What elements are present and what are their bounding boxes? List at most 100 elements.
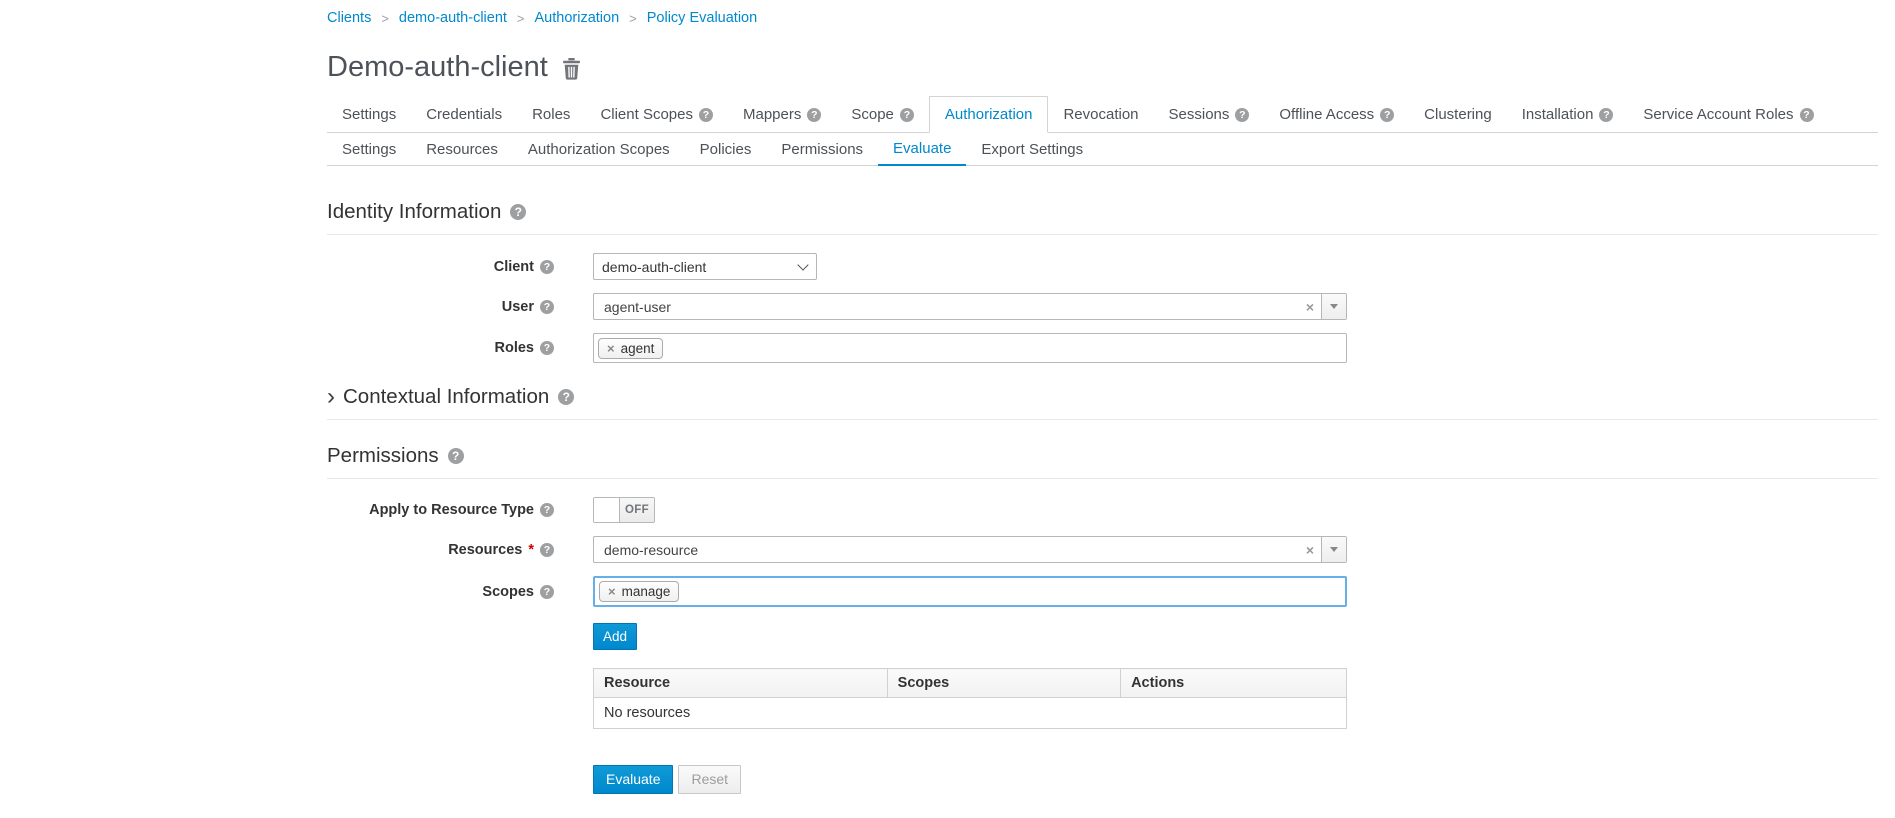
table-row: No resources — [594, 698, 1347, 729]
remove-tag-x-icon[interactable] — [607, 342, 615, 355]
question-circle-icon — [540, 503, 554, 517]
subtab-permissions[interactable]: Permissions — [766, 134, 878, 165]
user-label: User — [327, 299, 593, 315]
subtab-policies[interactable]: Policies — [685, 134, 767, 165]
role-tag-label: agent — [621, 341, 655, 356]
question-circle-icon — [540, 341, 554, 355]
question-circle-icon — [1235, 108, 1249, 122]
table-header-row: Resource Scopes Actions — [594, 669, 1347, 698]
tab-clustering[interactable]: Clustering — [1409, 98, 1507, 132]
empty-table-message: No resources — [594, 698, 1347, 729]
angle-right-icon — [381, 11, 389, 26]
delete-client-trash-icon[interactable] — [562, 58, 581, 80]
permissions-heading: Permissions — [327, 444, 1878, 479]
breadcrumb-authorization[interactable]: Authorization — [535, 10, 620, 26]
form-actions: Evaluate Reset — [593, 765, 1878, 794]
resources-value: demo-resource — [594, 542, 1306, 558]
user-combobox[interactable]: agent-user — [593, 293, 1347, 320]
evaluate-button[interactable]: Evaluate — [593, 765, 673, 794]
resources-label: Resources * — [327, 542, 593, 558]
tab-installation[interactable]: Installation — [1507, 98, 1629, 132]
tab-scope[interactable]: Scope — [836, 98, 929, 132]
tab-credentials[interactable]: Credentials — [411, 98, 517, 132]
resources-dropdown-toggle[interactable] — [1321, 537, 1346, 562]
toggle-state-label: OFF — [620, 498, 654, 522]
remove-tag-x-icon[interactable] — [608, 585, 616, 598]
roles-label: Roles — [327, 340, 593, 356]
question-circle-icon — [1800, 108, 1814, 122]
question-circle-icon — [540, 543, 554, 557]
clear-x-icon[interactable] — [1306, 542, 1314, 558]
tab-service-account-roles[interactable]: Service Account Roles — [1628, 98, 1828, 132]
question-circle-icon — [699, 108, 713, 122]
caret-down-icon — [1330, 547, 1338, 552]
question-circle-icon — [900, 108, 914, 122]
question-circle-icon — [1599, 108, 1613, 122]
resources-table: Resource Scopes Actions No resources — [593, 668, 1347, 729]
subtab-settings[interactable]: Settings — [327, 134, 411, 165]
subtab-resources[interactable]: Resources — [411, 134, 513, 165]
tab-mappers[interactable]: Mappers — [728, 98, 836, 132]
user-value: agent-user — [594, 299, 1306, 315]
question-circle-icon — [558, 389, 574, 405]
caret-down-icon — [1330, 304, 1338, 309]
identity-information-heading: Identity Information — [327, 200, 1878, 235]
scope-tag: manage — [599, 581, 679, 602]
tab-roles[interactable]: Roles — [517, 98, 585, 132]
tab-authorization[interactable]: Authorization — [929, 96, 1049, 133]
angle-right-icon — [517, 11, 525, 26]
scopes-tag-input[interactable]: manage — [593, 576, 1347, 607]
client-select-input[interactable]: demo-auth-client — [593, 253, 817, 280]
user-dropdown-toggle[interactable] — [1321, 294, 1346, 319]
subtab-evaluate[interactable]: Evaluate — [878, 133, 966, 166]
clear-x-icon[interactable] — [1306, 299, 1314, 315]
question-circle-icon — [540, 300, 554, 314]
reset-button[interactable]: Reset — [678, 765, 741, 794]
resources-combobox[interactable]: demo-resource — [593, 536, 1347, 563]
question-circle-icon — [1380, 108, 1394, 122]
question-circle-icon — [448, 448, 464, 464]
subtab-export-settings[interactable]: Export Settings — [966, 134, 1098, 165]
breadcrumb-policy-evaluation[interactable]: Policy Evaluation — [647, 10, 757, 26]
roles-field-row: Roles agent — [327, 333, 1878, 363]
client-field-row: Client demo-auth-client — [327, 253, 1878, 280]
tab-revocation[interactable]: Revocation — [1048, 98, 1153, 132]
client-tabs: Settings Credentials Roles Client Scopes… — [327, 96, 1878, 133]
page-title: Demo-auth-client — [327, 50, 548, 84]
add-button[interactable]: Add — [593, 623, 637, 650]
user-field-row: User agent-user — [327, 293, 1878, 320]
breadcrumb-client[interactable]: demo-auth-client — [399, 10, 507, 26]
contextual-information-heading[interactable]: Contextual Information — [327, 385, 1878, 420]
client-select[interactable]: demo-auth-client — [593, 253, 817, 280]
roles-tag-input[interactable]: agent — [593, 333, 1347, 363]
client-label: Client — [327, 259, 593, 275]
scopes-field-row: Scopes manage — [327, 576, 1878, 607]
tab-offline-access[interactable]: Offline Access — [1264, 98, 1409, 132]
apply-resource-type-toggle[interactable]: OFF — [593, 497, 655, 523]
column-header-scopes: Scopes — [887, 669, 1120, 698]
column-header-actions: Actions — [1121, 669, 1347, 698]
tab-sessions[interactable]: Sessions — [1154, 98, 1265, 132]
role-tag: agent — [598, 338, 663, 359]
question-circle-icon — [510, 204, 526, 220]
chevron-right-icon — [327, 389, 335, 405]
add-row: Add — [593, 623, 1878, 650]
question-circle-icon — [540, 260, 554, 274]
question-circle-icon — [807, 108, 821, 122]
breadcrumb-clients[interactable]: Clients — [327, 10, 371, 26]
scope-tag-label: manage — [622, 584, 671, 599]
angle-right-icon — [629, 11, 637, 26]
subtab-authorization-scopes[interactable]: Authorization Scopes — [513, 134, 685, 165]
tab-settings[interactable]: Settings — [327, 98, 411, 132]
breadcrumb: Clients demo-auth-client Authorization P… — [327, 0, 1878, 26]
tab-client-scopes[interactable]: Client Scopes — [585, 98, 728, 132]
toggle-handle[interactable] — [594, 498, 620, 522]
resources-field-row: Resources * demo-resource — [327, 536, 1878, 563]
column-header-resource: Resource — [594, 669, 888, 698]
policy-evaluation-page: Clients demo-auth-client Authorization P… — [0, 0, 1895, 818]
apply-resource-type-row: Apply to Resource Type OFF — [327, 497, 1878, 523]
required-marker: * — [528, 542, 534, 558]
apply-resource-type-label: Apply to Resource Type — [327, 502, 593, 518]
question-circle-icon — [540, 585, 554, 599]
authorization-subtabs: Settings Resources Authorization Scopes … — [327, 133, 1878, 166]
